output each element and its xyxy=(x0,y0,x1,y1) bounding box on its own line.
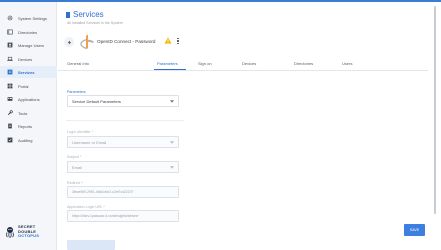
page-title: Services xyxy=(73,10,104,19)
apps-icon xyxy=(7,96,13,102)
redirect-value: 3fece959-2991-4fdd-b0e2-c2ef7cd22197 xyxy=(72,190,134,194)
sidebar-item-directories[interactable]: Directories xyxy=(0,26,57,38)
subject-value: Email xyxy=(72,164,83,170)
save-button[interactable]: SAVE xyxy=(404,224,425,236)
report-icon xyxy=(7,123,13,129)
subject-label: Subject * xyxy=(67,155,82,159)
folder-icon xyxy=(7,29,13,35)
services-icon xyxy=(7,69,13,75)
sidebar: System Settings Directories Manage Users… xyxy=(0,2,57,250)
wrench-icon xyxy=(7,110,13,116)
sidebar-item-services[interactable]: Services xyxy=(0,66,57,78)
redirect-input[interactable]: 3fece959-2991-4fdd-b0e2-c2ef7cd22197 xyxy=(67,186,179,198)
secondary-action-bar[interactable] xyxy=(67,240,115,250)
openid-logo-icon xyxy=(80,34,94,50)
user-card-icon xyxy=(7,42,13,48)
login-identifier-select[interactable]: Username or Email xyxy=(67,136,179,148)
arrow-left-icon xyxy=(67,40,71,44)
page-subtitle: All installed Services in the System xyxy=(67,21,123,25)
more-vertical-icon[interactable] xyxy=(176,37,180,45)
sidebar-item-tools[interactable]: Tools xyxy=(0,107,57,119)
chevron-down-icon xyxy=(170,141,174,144)
parameters-value: Service Default Parameters xyxy=(72,98,121,104)
sidebar-item-label: Tools xyxy=(18,110,28,116)
octopus-logo-icon xyxy=(6,227,14,238)
app-login-url-value: https://idsrv.1passwor.d.com/insights/be… xyxy=(72,214,139,218)
service-name: OpenID Connect - Password xyxy=(97,39,156,44)
sidebar-item-portal[interactable]: Portal xyxy=(0,80,57,92)
sidebar-item-auditing[interactable]: Auditing xyxy=(0,134,57,146)
sidebar-item-label: Auditing xyxy=(18,137,33,143)
top-accent-bar xyxy=(0,0,441,2)
sidebar-item-reports[interactable]: Reports xyxy=(0,120,57,132)
page-header: Services xyxy=(66,10,104,19)
logo-text-line3: OCTOPUS xyxy=(18,233,40,239)
audit-icon xyxy=(7,137,13,143)
tab-users[interactable]: Users xyxy=(342,61,352,66)
app-login-url-input[interactable]: https://idsrv.1passwor.d.com/insights/be… xyxy=(67,210,179,222)
grid-icon xyxy=(7,83,13,89)
tab-directories[interactable]: Directories xyxy=(294,61,313,66)
laptop-icon xyxy=(7,56,13,62)
title-marker xyxy=(66,11,70,18)
tab-devices[interactable]: Devices xyxy=(242,61,256,66)
redirect-label: Redirect * xyxy=(67,181,83,185)
parameters-select[interactable]: Service Default Parameters xyxy=(67,95,179,107)
sidebar-item-label: Reports xyxy=(18,123,33,129)
vertical-scrollbar[interactable] xyxy=(433,4,437,248)
login-identifier-label: Login Identifier * xyxy=(67,130,93,134)
sidebar-item-label: Manage Users xyxy=(18,42,45,48)
sidebar-item-label: Applications xyxy=(18,96,40,102)
gear-icon xyxy=(7,15,13,21)
sidebar-item-label: System Settings xyxy=(18,15,47,21)
sidebar-item-label: Services xyxy=(18,69,35,75)
active-tab-indicator xyxy=(154,69,186,71)
tab-general-info[interactable]: General Info xyxy=(67,61,89,66)
sidebar-item-devices[interactable]: Devices xyxy=(0,53,57,65)
sidebar-item-applications[interactable]: Applications xyxy=(0,93,57,105)
section-divider xyxy=(66,120,184,121)
tab-sign-on[interactable]: Sign on xyxy=(198,61,212,66)
app-login-url-label: Application Login URL * xyxy=(67,205,105,209)
sidebar-item-manage-users[interactable]: Manage Users xyxy=(0,39,57,51)
sidebar-item-label: Devices xyxy=(18,56,33,62)
scrollbar-thumb[interactable] xyxy=(434,6,436,214)
chevron-down-icon xyxy=(170,166,174,169)
chevron-down-icon xyxy=(170,100,174,103)
parameters-label: Parameters xyxy=(67,90,86,94)
login-identifier-value: Username or Email xyxy=(72,139,107,145)
sidebar-item-label: Portal xyxy=(18,83,29,89)
warning-icon[interactable] xyxy=(164,37,172,44)
tab-parameters[interactable]: Parameters xyxy=(157,61,178,66)
sidebar-item-label: Directories xyxy=(18,29,38,35)
sidebar-item-system-settings[interactable]: System Settings xyxy=(0,12,57,24)
company-logo: SECRET DOUBLE OCTOPUS xyxy=(5,221,49,243)
tab-bar: General Info Parameters Sign on Devices … xyxy=(58,59,428,71)
back-button[interactable] xyxy=(64,37,74,47)
subject-select[interactable]: Email xyxy=(67,161,179,173)
